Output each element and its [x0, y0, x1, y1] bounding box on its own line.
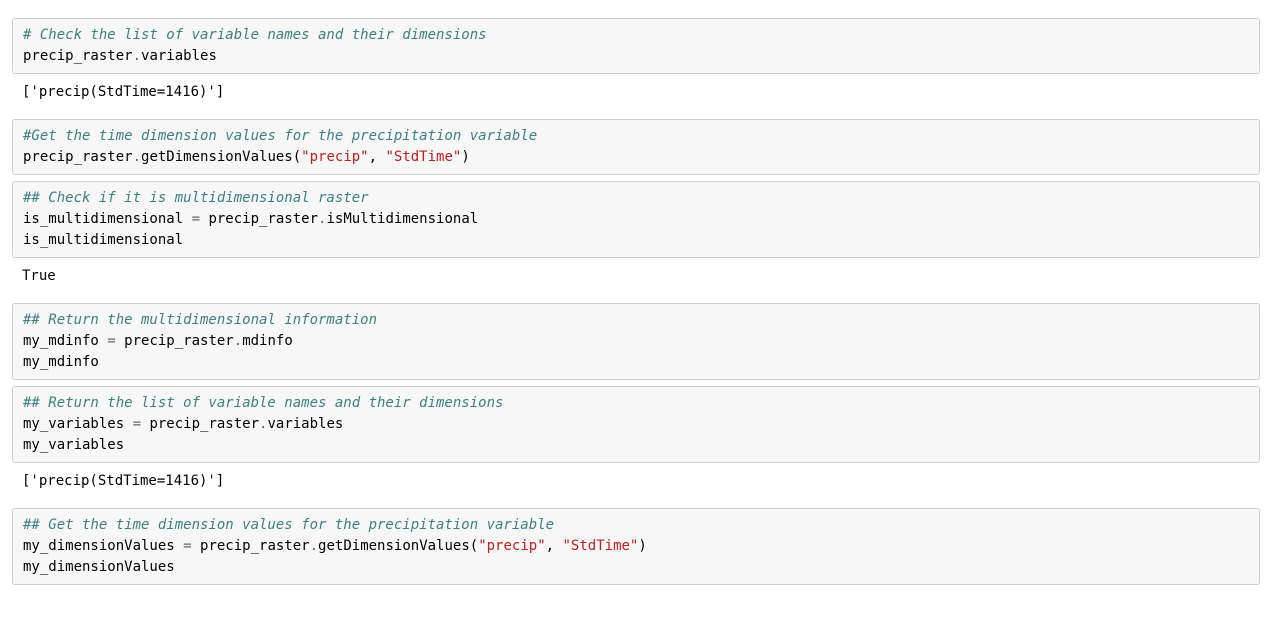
code-token: , — [546, 538, 563, 554]
code-token: my_mdinfo — [23, 354, 99, 370]
code-cell: ## Check if it is multidimensional raste… — [12, 181, 1260, 258]
code-token: my_variables — [23, 437, 124, 453]
code-cell: ## Return the list of variable names and… — [12, 386, 1260, 463]
op-token: = — [107, 333, 115, 349]
code-token: is_multidimensional — [23, 232, 183, 248]
code-token: ['precip(StdTime=1416)'] — [22, 473, 224, 489]
comment-token: ## Return the list of variable names and… — [23, 395, 503, 411]
code-cell: ## Return the multidimensional informati… — [12, 303, 1260, 380]
op-token: . — [310, 538, 318, 554]
code-token: variables — [141, 48, 217, 64]
op-token: . — [133, 48, 141, 64]
code-token: isMultidimensional — [326, 211, 478, 227]
comment-token: #Get the time dimension values for the p… — [23, 128, 537, 144]
op-token: = — [133, 416, 141, 432]
code-token: my_mdinfo — [23, 333, 107, 349]
comment-token: # Check the list of variable names and t… — [23, 27, 487, 43]
op-token: = — [183, 538, 191, 554]
code-token: precip_raster — [200, 211, 318, 227]
code-token: mdinfo — [242, 333, 293, 349]
code-token: my_variables — [23, 416, 133, 432]
op-token: . — [234, 333, 242, 349]
code-token: precip_raster — [116, 333, 234, 349]
code-token: True — [22, 268, 56, 284]
code-token: , — [369, 149, 386, 165]
output-cell: True — [12, 262, 1260, 297]
code-token: getDimensionValues( — [318, 538, 478, 554]
code-token: precip_raster — [141, 416, 259, 432]
code-cell: # Check the list of variable names and t… — [12, 18, 1260, 74]
code-token: my_dimensionValues — [23, 538, 183, 554]
code-cell: ## Get the time dimension values for the… — [12, 508, 1260, 585]
code-token: precip_raster — [192, 538, 310, 554]
str-token: "StdTime" — [385, 149, 461, 165]
str-token: "precip" — [478, 538, 545, 554]
comment-token: ## Get the time dimension values for the… — [23, 517, 554, 533]
code-token: my_dimensionValues — [23, 559, 175, 575]
code-token: getDimensionValues( — [141, 149, 301, 165]
code-cell: #Get the time dimension values for the p… — [12, 119, 1260, 175]
comment-token: ## Check if it is multidimensional raste… — [23, 190, 369, 206]
code-token: is_multidimensional — [23, 211, 192, 227]
op-token: . — [133, 149, 141, 165]
code-token: precip_raster — [23, 48, 133, 64]
str-token: "StdTime" — [563, 538, 639, 554]
code-token: precip_raster — [23, 149, 133, 165]
code-token: ) — [461, 149, 469, 165]
output-cell: ['precip(StdTime=1416)'] — [12, 78, 1260, 113]
str-token: "precip" — [301, 149, 368, 165]
op-token: = — [192, 211, 200, 227]
code-token: ) — [638, 538, 646, 554]
code-token: ['precip(StdTime=1416)'] — [22, 84, 224, 100]
comment-token: ## Return the multidimensional informati… — [23, 312, 377, 328]
code-token: variables — [267, 416, 343, 432]
output-cell: ['precip(StdTime=1416)'] — [12, 467, 1260, 502]
notebook-container: # Check the list of variable names and t… — [12, 18, 1260, 585]
